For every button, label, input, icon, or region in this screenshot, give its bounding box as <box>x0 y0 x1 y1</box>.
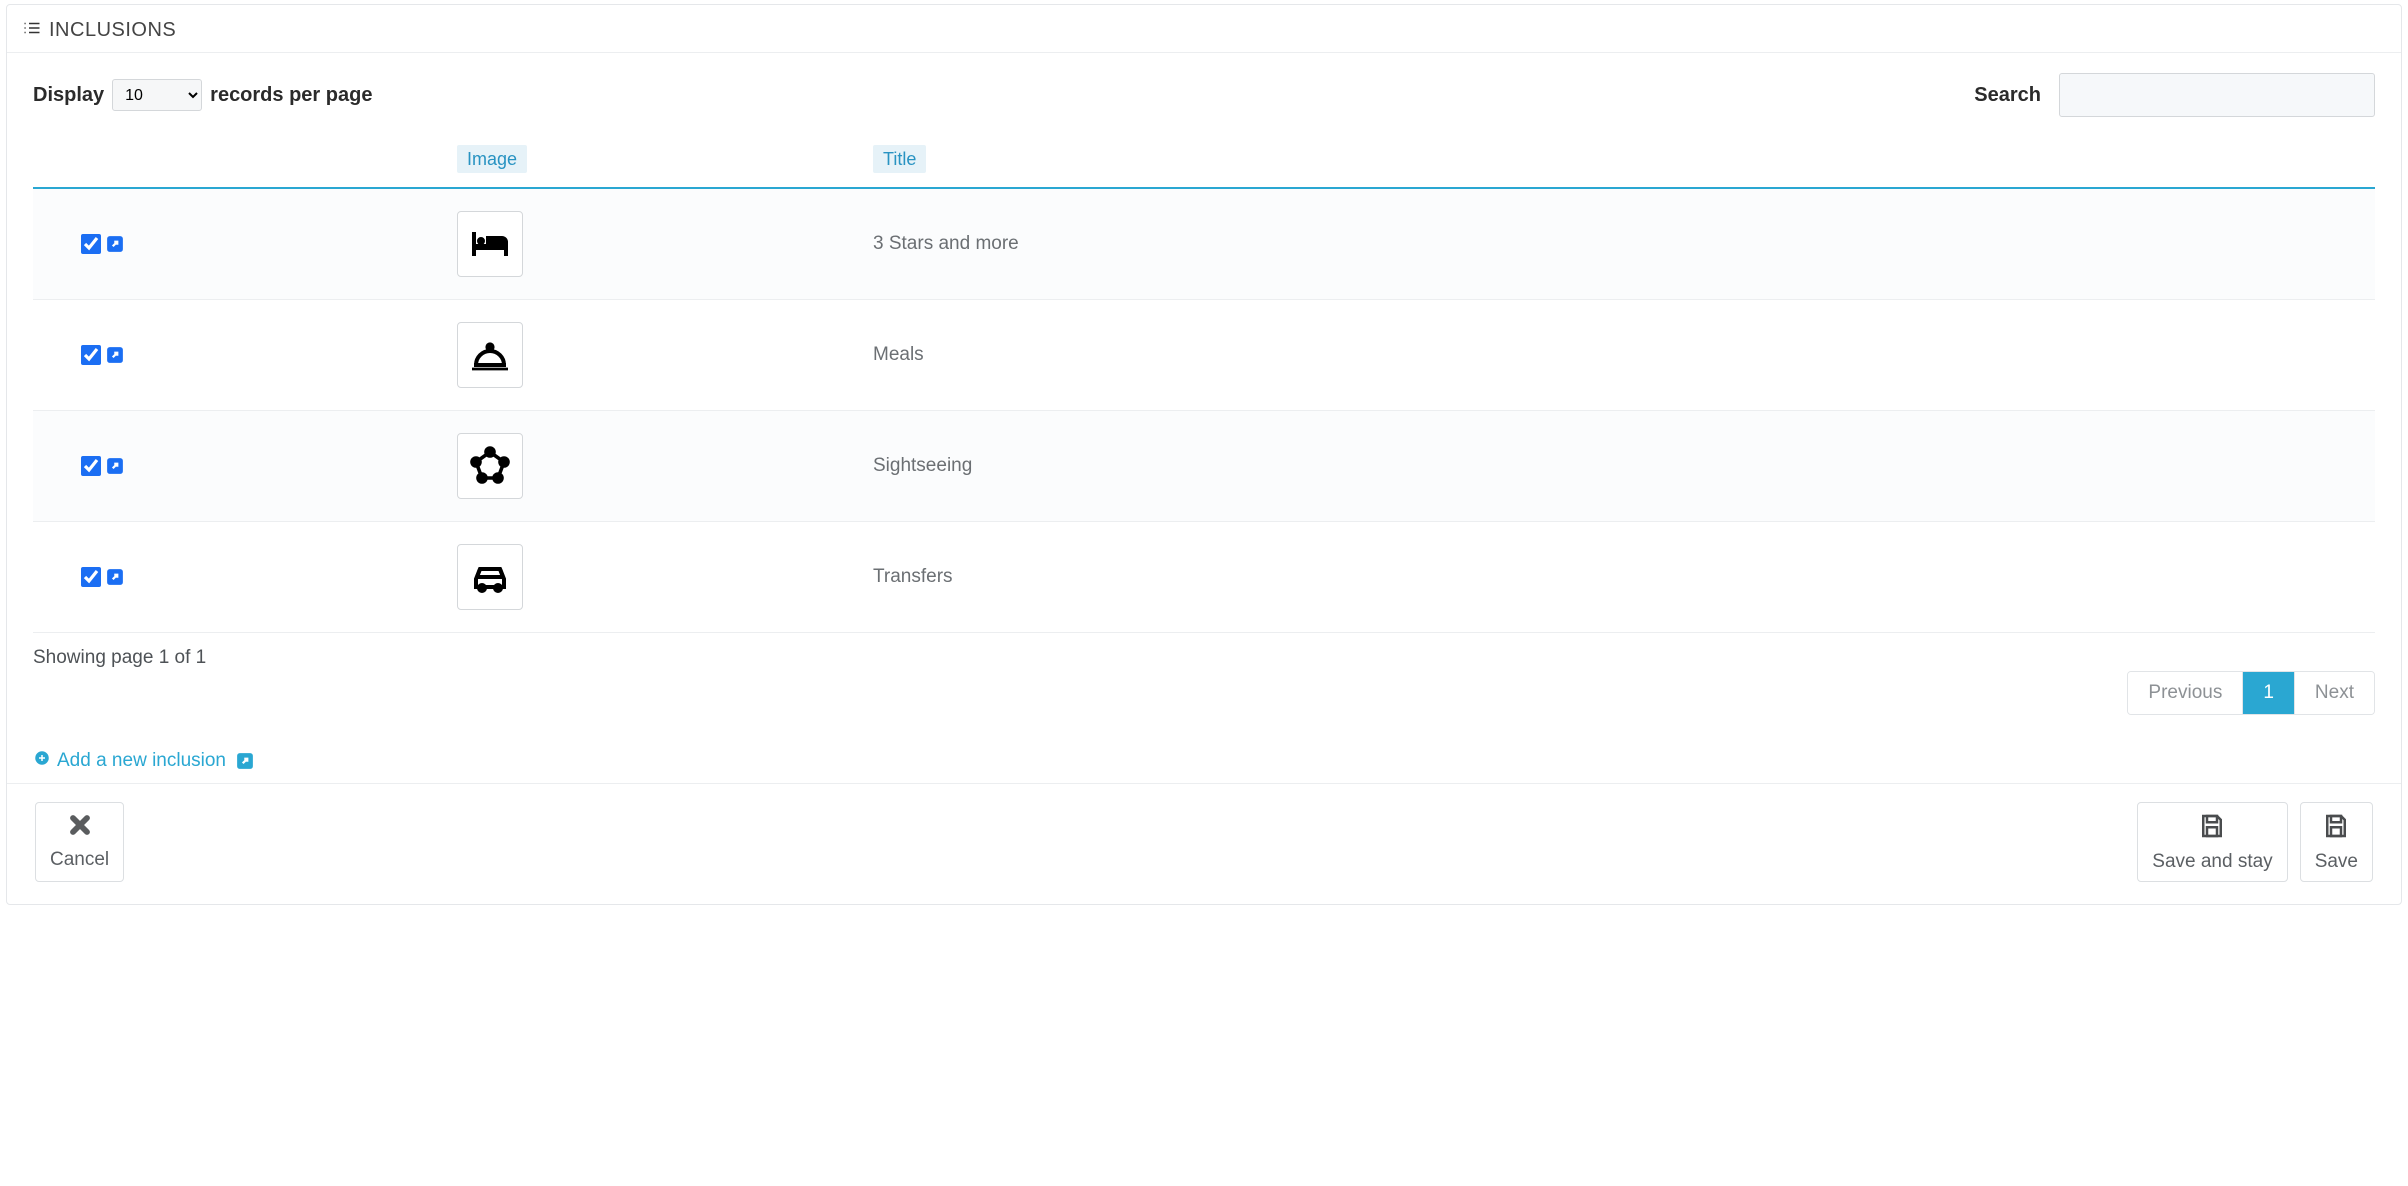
open-row-icon[interactable] <box>106 346 124 364</box>
cancel-button[interactable]: Cancel <box>35 802 124 882</box>
bed-icon <box>457 211 523 277</box>
pager-next[interactable]: Next <box>2294 672 2374 714</box>
pager: Previous 1 Next <box>2127 671 2375 715</box>
row-title: Meals <box>865 300 2375 411</box>
molecule-icon <box>457 433 523 499</box>
table-row: Transfers <box>33 522 2375 633</box>
records-select[interactable]: 102550100 <box>112 79 202 111</box>
row-title: Sightseeing <box>865 411 2375 522</box>
save-stay-button[interactable]: Save and stay <box>2137 802 2287 882</box>
save-icon <box>2197 811 2227 847</box>
panel-footer: Cancel Save and stay Save <box>7 783 2401 904</box>
search-controls: Search <box>1974 73 2375 117</box>
page-info: Showing page 1 of 1 <box>33 647 206 669</box>
panel-header: INCLUSIONS <box>7 5 2401 53</box>
inclusions-panel: INCLUSIONS Display 102550100 records per… <box>6 4 2402 905</box>
row-checkbox[interactable] <box>81 456 101 476</box>
save-button[interactable]: Save <box>2300 802 2373 882</box>
pager-page-1[interactable]: 1 <box>2242 672 2294 714</box>
search-input[interactable] <box>2059 73 2375 117</box>
close-icon <box>66 811 94 845</box>
cloche-icon <box>457 322 523 388</box>
open-row-icon[interactable] <box>106 457 124 475</box>
table-toolbar: Display 102550100 records per page Searc… <box>33 73 2375 117</box>
inclusions-table: Image Title <box>33 135 2375 633</box>
open-row-icon[interactable] <box>106 568 124 586</box>
pager-previous[interactable]: Previous <box>2128 672 2242 714</box>
col-image[interactable]: Image <box>449 135 865 188</box>
open-row-icon[interactable] <box>106 235 124 253</box>
list-icon <box>23 19 41 42</box>
save-icon <box>2321 811 2351 847</box>
external-link-icon <box>236 752 254 770</box>
add-row: Add a new inclusion <box>33 749 2375 773</box>
panel-body: Display 102550100 records per page Searc… <box>7 53 2401 783</box>
row-checkbox[interactable] <box>81 567 101 587</box>
table-row: Meals <box>33 300 2375 411</box>
search-label: Search <box>1974 84 2041 107</box>
add-inclusion-link[interactable]: Add a new inclusion <box>33 749 254 773</box>
table-row: 3 Stars and more <box>33 188 2375 300</box>
panel-title: INCLUSIONS <box>49 19 176 42</box>
plus-circle-icon <box>33 749 51 773</box>
table-row: Sightseeing <box>33 411 2375 522</box>
records-per-page: Display 102550100 records per page <box>33 79 372 111</box>
car-icon <box>457 544 523 610</box>
col-title[interactable]: Title <box>865 135 2375 188</box>
row-checkbox[interactable] <box>81 234 101 254</box>
row-title: Transfers <box>865 522 2375 633</box>
row-title: 3 Stars and more <box>865 188 2375 300</box>
row-checkbox[interactable] <box>81 345 101 365</box>
col-select <box>33 135 449 188</box>
table-footer: Showing page 1 of 1 Previous 1 Next <box>33 647 2375 715</box>
records-suffix-label: records per page <box>210 84 372 107</box>
display-label: Display <box>33 84 104 107</box>
